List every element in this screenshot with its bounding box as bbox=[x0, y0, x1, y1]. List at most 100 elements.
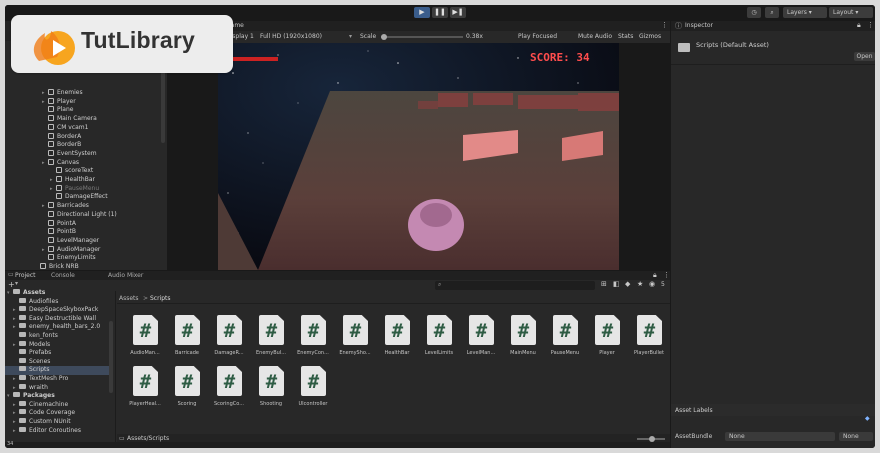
script-asset[interactable]: # LevelMan... bbox=[461, 315, 501, 365]
script-asset[interactable]: # Shooting bbox=[251, 366, 291, 416]
search-icon[interactable]: ⌕ bbox=[765, 7, 779, 18]
hierarchy-item[interactable]: Main Camera bbox=[42, 114, 97, 123]
project-tree-item[interactable]: ▸ Custom NUnit bbox=[5, 418, 109, 427]
hierarchy-item-label: Plane bbox=[57, 106, 74, 114]
hierarchy-item[interactable]: PointB bbox=[42, 227, 76, 236]
tab-inspector[interactable]: Inspector bbox=[685, 22, 713, 29]
asset-bundle-dropdown[interactable]: None bbox=[725, 432, 835, 441]
filter-icon[interactable]: ⊞ bbox=[601, 280, 607, 288]
hierarchy-item[interactable]: Plane bbox=[42, 105, 73, 114]
play-button[interactable]: ▶ bbox=[414, 7, 430, 18]
hierarchy-item[interactable]: Directional Light (1) bbox=[42, 210, 117, 219]
breadcrumb-scripts[interactable]: Scripts bbox=[150, 295, 171, 302]
folder-icon bbox=[19, 426, 26, 432]
project-tree-item[interactable]: ▸ Models bbox=[5, 340, 109, 350]
tab-audio-mixer[interactable]: Audio Mixer bbox=[108, 272, 143, 279]
layout-dropdown[interactable]: Layout ▾ bbox=[829, 7, 873, 18]
script-asset[interactable]: # MainMenu bbox=[503, 315, 543, 365]
script-asset[interactable]: # ScoringCo... bbox=[209, 366, 249, 416]
stats-toggle[interactable]: Stats bbox=[618, 31, 633, 43]
lock-icon[interactable]: 🔒︎ bbox=[857, 21, 861, 30]
script-asset[interactable]: # Barricade bbox=[167, 315, 207, 365]
star-icon[interactable]: ★ bbox=[637, 280, 643, 288]
hierarchy-item[interactable]: EnemyLimits bbox=[42, 253, 96, 262]
hierarchy-item-label: Brick NRB bbox=[49, 263, 79, 270]
game-viewport[interactable]: SCORE: 34 bbox=[218, 43, 619, 270]
script-asset[interactable]: # UIcontroller bbox=[293, 366, 333, 416]
hierarchy-item[interactable]: BorderB bbox=[42, 140, 81, 149]
script-asset[interactable]: # Scoring bbox=[167, 366, 207, 416]
script-asset[interactable]: # AudioMan... bbox=[125, 315, 165, 365]
project-tree-item[interactable]: ▸ wraith bbox=[5, 383, 109, 393]
hierarchy-item[interactable]: ▸ Enemies bbox=[42, 88, 83, 97]
pause-button[interactable]: ❚❚ bbox=[432, 7, 448, 18]
hierarchy-item[interactable]: Brick NRB bbox=[34, 262, 79, 271]
project-search-input[interactable]: ⌕ bbox=[435, 281, 595, 290]
script-asset[interactable]: # Player bbox=[587, 315, 627, 365]
type-filter-icon[interactable]: ◧ bbox=[613, 280, 620, 288]
history-icon[interactable]: ◷ bbox=[747, 7, 761, 18]
script-asset[interactable]: # PlayerBullet bbox=[629, 315, 669, 365]
hierarchy-item[interactable]: ▸ PauseMenu bbox=[50, 184, 99, 193]
panel-menu-icon[interactable]: ⋮ bbox=[663, 271, 670, 279]
mute-audio-toggle[interactable]: Mute Audio bbox=[578, 31, 612, 43]
tag-icon[interactable]: ◆ bbox=[865, 415, 870, 422]
visibility-icon[interactable]: ◉ bbox=[649, 280, 655, 288]
add-chevron-icon[interactable]: ▾ bbox=[15, 280, 18, 287]
script-asset[interactable]: # PauseMenu bbox=[545, 315, 585, 365]
hierarchy-item[interactable]: BorderA bbox=[42, 132, 81, 141]
script-asset[interactable]: # EnemyCon... bbox=[293, 315, 333, 365]
hierarchy-item[interactable]: DamageEffect bbox=[50, 192, 108, 201]
project-tree-item[interactable]: ▸ DeepSpaceSkyboxPack bbox=[5, 306, 109, 315]
project-tree-item[interactable]: Scenes bbox=[5, 357, 109, 367]
hierarchy-item[interactable]: scoreText bbox=[50, 166, 93, 175]
script-asset[interactable]: # DamageR... bbox=[209, 315, 249, 365]
scale-slider-handle[interactable] bbox=[381, 34, 387, 40]
hierarchy-item[interactable]: ▸ AudioManager bbox=[42, 245, 100, 254]
open-button[interactable]: Open bbox=[854, 52, 875, 61]
asset-variant-dropdown[interactable]: None bbox=[839, 432, 873, 441]
label-icon[interactable]: ◆ bbox=[625, 280, 630, 288]
project-tree-item[interactable]: Prefabs bbox=[5, 349, 109, 358]
hierarchy-item[interactable]: ▸ Barricades bbox=[42, 201, 89, 210]
project-splitter[interactable] bbox=[115, 291, 116, 448]
script-asset[interactable]: # HealthBar bbox=[377, 315, 417, 365]
project-tree-item[interactable]: ken_fonts bbox=[5, 332, 109, 341]
score-text: SCORE: 34 bbox=[530, 51, 590, 64]
lock-icon[interactable]: 🔒︎ bbox=[653, 271, 657, 280]
hierarchy-item[interactable]: ▸ Player bbox=[42, 97, 76, 106]
scale-slider[interactable] bbox=[381, 36, 463, 38]
project-tree-item[interactable]: ▸ TextMesh Pro bbox=[5, 375, 109, 384]
project-tree-item[interactable]: ▸ Cinemachine bbox=[5, 400, 109, 410]
project-tree-item[interactable]: ▸ Easy Destructible Wall bbox=[5, 314, 109, 324]
project-tree-item[interactable]: Audiofiles bbox=[5, 297, 109, 307]
hierarchy-item[interactable]: PointA bbox=[42, 219, 76, 228]
hierarchy-item[interactable]: ▸ Canvas bbox=[42, 158, 79, 167]
script-asset[interactable]: # EnemySho... bbox=[335, 315, 375, 365]
script-asset[interactable]: # EnemyBul... bbox=[251, 315, 291, 365]
hierarchy-item[interactable]: EventSystem bbox=[42, 149, 97, 158]
tab-project[interactable]: Project bbox=[15, 272, 36, 279]
project-tree-item[interactable]: ▸ enemy_health_bars_2.0 bbox=[5, 323, 109, 332]
project-tree-item[interactable]: ▾ Assets bbox=[5, 289, 109, 298]
project-tree-item[interactable]: ▸ Code Coverage bbox=[5, 409, 109, 418]
tab-console[interactable]: Console bbox=[51, 272, 75, 279]
project-tree-item[interactable]: ▾ Packages bbox=[5, 392, 109, 401]
play-focused-dropdown[interactable]: Play Focused bbox=[518, 31, 557, 43]
hierarchy-item[interactable]: LevelManager bbox=[42, 236, 99, 245]
script-asset[interactable]: # PlayerHeal... bbox=[125, 366, 165, 416]
layers-dropdown[interactable]: Layers ▾ bbox=[783, 7, 827, 18]
step-button[interactable]: ▶❚ bbox=[450, 7, 466, 18]
gizmos-dropdown[interactable]: Gizmos bbox=[639, 31, 661, 43]
project-tree-item[interactable]: Scripts bbox=[5, 366, 109, 375]
hierarchy-item[interactable]: CM vcam1 bbox=[42, 123, 88, 132]
resolution-dropdown[interactable]: Full HD (1920x1080) bbox=[260, 31, 322, 43]
add-icon[interactable]: + bbox=[8, 280, 15, 289]
kebab-menu-icon[interactable]: ⋮ bbox=[661, 21, 668, 29]
inspector-menu-icon[interactable]: ⋮ bbox=[867, 21, 874, 29]
breadcrumb-assets[interactable]: Assets bbox=[119, 295, 139, 302]
project-tree-scrollbar[interactable] bbox=[109, 321, 113, 393]
hierarchy-item[interactable]: ▸ HealthBar bbox=[50, 175, 95, 184]
project-tree-item[interactable]: ▸ Editor Coroutines bbox=[5, 426, 109, 436]
script-asset[interactable]: # LevelLimits bbox=[419, 315, 459, 365]
